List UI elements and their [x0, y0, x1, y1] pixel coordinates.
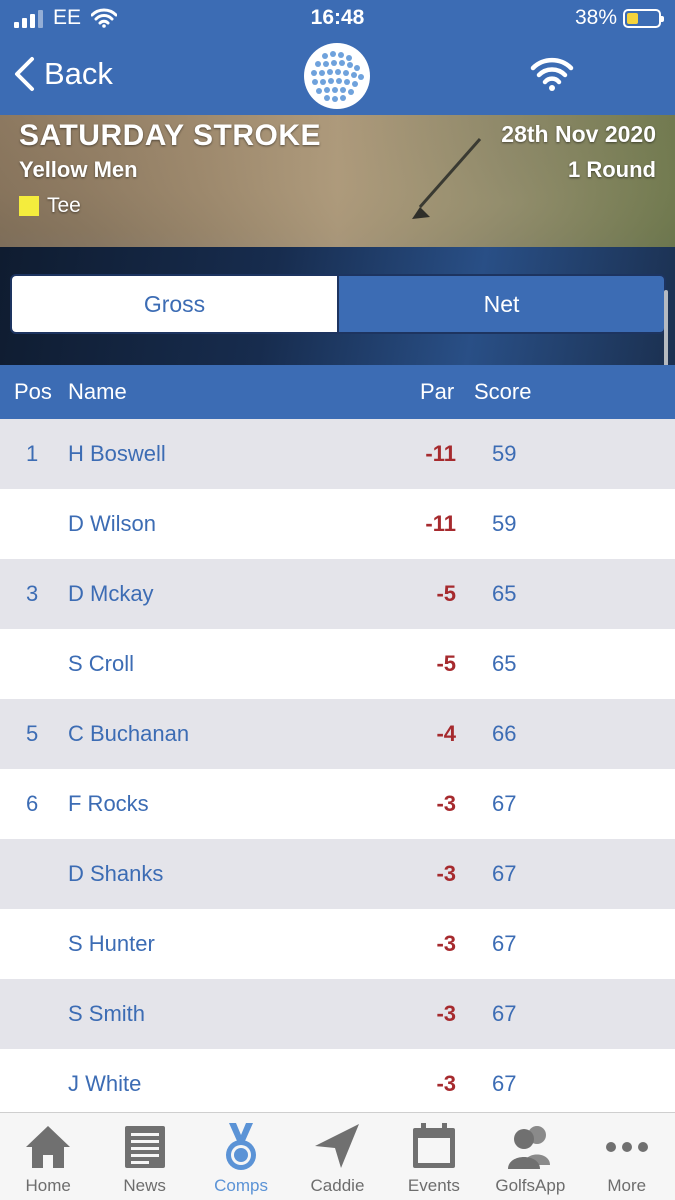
status-bar: EE 16:48 38% [0, 0, 675, 40]
competition-date: 28th Nov 2020 [501, 121, 656, 147]
row-par: -3 [436, 1071, 456, 1096]
tab-label: Home [25, 1176, 71, 1195]
chevron-left-icon [15, 57, 34, 91]
row-score: 67 [492, 931, 517, 956]
row-par: -11 [425, 441, 456, 466]
row-score: 66 [492, 721, 517, 746]
competition-title: SATURDAY STROKE [19, 119, 321, 152]
back-label: Back [44, 56, 113, 91]
tab-label: Comps [214, 1176, 268, 1195]
row-name: D Wilson [68, 511, 157, 536]
tab-comps[interactable]: Comps [193, 1113, 289, 1200]
calendar-icon [412, 1123, 455, 1168]
battery-icon [623, 8, 664, 28]
row-pos: 5 [26, 721, 39, 746]
header-pos: Pos [14, 379, 52, 404]
row-par: -5 [436, 581, 456, 606]
battery-percent: 38% [574, 6, 617, 29]
leaderboard-row[interactable]: 5 C Buchanan -4 66 [0, 699, 675, 769]
medal-icon [226, 1123, 257, 1170]
tab-label: Caddie [310, 1176, 365, 1195]
tab-news[interactable]: News [96, 1113, 192, 1200]
row-par: -3 [436, 861, 456, 886]
leaderboard-row[interactable]: 6 F Rocks -3 67 [0, 769, 675, 839]
row-par: -3 [436, 931, 456, 956]
tab-home[interactable]: Home [0, 1113, 96, 1200]
row-name: S Smith [68, 1001, 146, 1026]
row-pos: 1 [26, 441, 39, 466]
row-par: -3 [436, 791, 456, 816]
leaderboard-row[interactable]: S Croll -5 65 [0, 629, 675, 699]
row-par: -4 [436, 721, 456, 746]
row-score: 67 [492, 1071, 517, 1096]
leaderboard-row[interactable]: S Smith -3 67 [0, 979, 675, 1049]
row-name: D Shanks [68, 861, 164, 886]
tee-indicator: Tee [19, 194, 81, 218]
tab-more[interactable]: More [579, 1113, 675, 1200]
competition-rounds: 1 Round [568, 157, 656, 182]
row-score: 65 [492, 581, 517, 606]
row-par: -5 [436, 651, 456, 676]
leaderboard-row[interactable]: S Hunter -3 67 [0, 909, 675, 979]
navigation-arrow-icon [315, 1124, 360, 1168]
row-score: 67 [492, 861, 517, 886]
row-name: H Boswell [68, 441, 166, 466]
home-icon [26, 1126, 71, 1168]
row-par: -3 [436, 1001, 456, 1026]
more-dots-icon [605, 1142, 648, 1152]
tab-label: More [607, 1176, 647, 1195]
leaderboard-header: Pos Name Par Score [0, 365, 675, 419]
leaderboard-row[interactable]: J White -3 67 [0, 1049, 675, 1113]
competition-division: Yellow Men [19, 157, 138, 182]
leaderboard-row[interactable]: D Wilson -11 59 [0, 489, 675, 559]
tab-golfsapp[interactable]: GolfsApp [482, 1113, 578, 1200]
row-score: 59 [492, 441, 517, 466]
leaderboard-row[interactable]: D Shanks -3 67 [0, 839, 675, 909]
row-name: D Mckay [68, 581, 154, 606]
tab-caddie[interactable]: Caddie [289, 1113, 385, 1200]
status-right: 38% [574, 6, 664, 30]
news-icon [124, 1126, 165, 1168]
row-name: C Buchanan [68, 721, 190, 746]
row-score: 67 [492, 791, 517, 816]
segment-gross[interactable]: Gross [12, 276, 337, 332]
tab-label: GolfsApp [495, 1176, 566, 1195]
row-name: S Hunter [68, 931, 155, 956]
tee-label: Tee [47, 194, 81, 217]
tee-color-swatch [19, 196, 39, 216]
golf-club-image [412, 138, 482, 219]
header-par: Par [420, 379, 455, 404]
leaderboard-list: 1 H Boswell -11 59 D Wilson -11 59 3 D M… [0, 419, 675, 1113]
tab-label: News [123, 1176, 166, 1195]
header-score: Score [474, 379, 532, 404]
leaderboard-row[interactable]: 3 D Mckay -5 65 [0, 559, 675, 629]
row-name: J White [68, 1071, 142, 1096]
row-pos: 3 [26, 581, 39, 606]
status-time: 16:48 [310, 6, 365, 29]
competition-banner: SATURDAY STROKE Yellow Men Tee 28th Nov … [0, 115, 675, 390]
top-bar: EE 16:48 38% Back [0, 0, 675, 115]
segment-net[interactable]: Net [337, 276, 664, 332]
leaderboard-row[interactable]: 1 H Boswell -11 59 [0, 419, 675, 489]
back-button[interactable]: Back [12, 56, 113, 92]
golf-ball-logo-icon [304, 43, 370, 109]
wifi-icon[interactable] [530, 56, 574, 92]
row-name: F Rocks [68, 791, 149, 816]
row-score: 59 [492, 511, 517, 536]
row-name: S Croll [68, 651, 135, 676]
tab-label: Events [407, 1176, 460, 1195]
row-score: 67 [492, 1001, 517, 1026]
people-icon [508, 1126, 551, 1169]
tab-events[interactable]: Events [386, 1113, 482, 1200]
row-par: -11 [425, 511, 456, 536]
gross-net-segmented-control: Gross Net [10, 274, 666, 334]
row-pos: 6 [26, 791, 39, 816]
header-name: Name [68, 379, 127, 404]
row-score: 65 [492, 651, 517, 676]
bottom-tab-bar: Home News Comps Caddie Events GolfsApp M… [0, 1112, 675, 1200]
